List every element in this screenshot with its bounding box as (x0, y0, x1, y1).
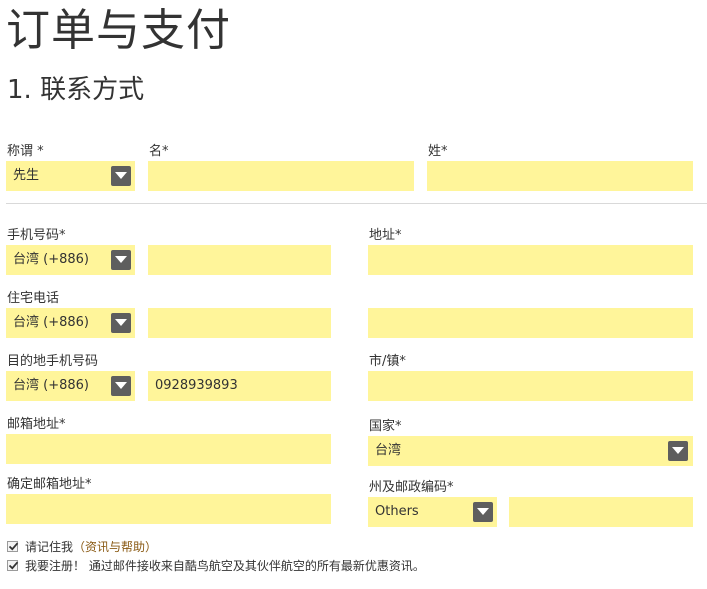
section-number: 1. (7, 75, 32, 105)
page-title: 订单与支付 (6, 5, 231, 56)
postal-code-input[interactable] (509, 497, 693, 527)
mobile-label: 手机号码* (7, 228, 66, 243)
home-phone-country-code-select[interactable]: 台湾 (+886) (6, 308, 135, 338)
chevron-down-icon (473, 502, 493, 522)
state-postal-label: 州及邮政编码* (369, 480, 454, 495)
destination-mobile-input[interactable]: 0928939893 (148, 371, 331, 401)
destination-mobile-label: 目的地手机号码 (7, 354, 99, 369)
destination-mobile-country-code-value: 台湾 (+886) (13, 378, 89, 393)
home-phone-input[interactable] (148, 308, 331, 338)
mobile-country-code-select[interactable]: 台湾 (+886) (6, 245, 135, 275)
country-label: 国家* (369, 419, 402, 434)
city-label: 市/镇* (369, 354, 406, 369)
mobile-country-code-value: 台湾 (+886) (13, 252, 89, 267)
confirm-email-label: 确定邮箱地址* (7, 477, 92, 492)
chevron-down-icon (668, 441, 688, 461)
home-phone-country-code-value: 台湾 (+886) (13, 315, 89, 330)
chevron-down-icon (111, 313, 131, 333)
remember-me-checkbox[interactable] (7, 541, 19, 552)
state-value: Others (375, 504, 419, 519)
section-title: 1. 联系方式 (7, 74, 144, 106)
email-input[interactable] (6, 434, 331, 464)
remember-me-text: 请记住我（资讯与帮助） (25, 540, 157, 554)
check-icon (8, 542, 19, 551)
country-select[interactable]: 台湾 (368, 436, 693, 466)
email-label: 邮箱地址* (7, 417, 66, 432)
confirm-email-input[interactable] (6, 494, 331, 524)
address-line2-input[interactable] (368, 308, 693, 338)
destination-mobile-country-code-select[interactable]: 台湾 (+886) (6, 371, 135, 401)
chevron-down-icon (111, 166, 131, 186)
city-input[interactable] (368, 371, 693, 401)
section-heading: 联系方式 (40, 75, 145, 105)
signup-label: 我要注册！ 通过邮件接收来自酷鸟航空及其伙伴航空的所有最新优惠资讯。 (25, 559, 425, 573)
check-icon (8, 561, 19, 570)
address-line1-input[interactable] (368, 245, 693, 275)
chevron-down-icon (111, 250, 131, 270)
mobile-number-input[interactable] (148, 245, 331, 275)
info-help-link[interactable]: （资讯与帮助） (73, 540, 157, 554)
first-name-input[interactable] (148, 161, 414, 191)
remember-me-label: 请记住我 (25, 540, 74, 554)
last-name-label: 姓* (428, 144, 448, 159)
chevron-down-icon (111, 376, 131, 396)
salutation-select[interactable]: 先生 (6, 161, 135, 191)
salutation-label: 称谓 * (7, 144, 44, 159)
home-phone-label: 住宅电话 (7, 291, 60, 306)
salutation-value: 先生 (13, 168, 40, 183)
country-value: 台湾 (375, 443, 402, 458)
signup-checkbox[interactable] (7, 560, 19, 571)
last-name-input[interactable] (427, 161, 693, 191)
divider (6, 203, 707, 204)
first-name-label: 名* (149, 144, 169, 159)
state-select[interactable]: Others (368, 497, 497, 527)
address-label: 地址* (369, 228, 402, 243)
